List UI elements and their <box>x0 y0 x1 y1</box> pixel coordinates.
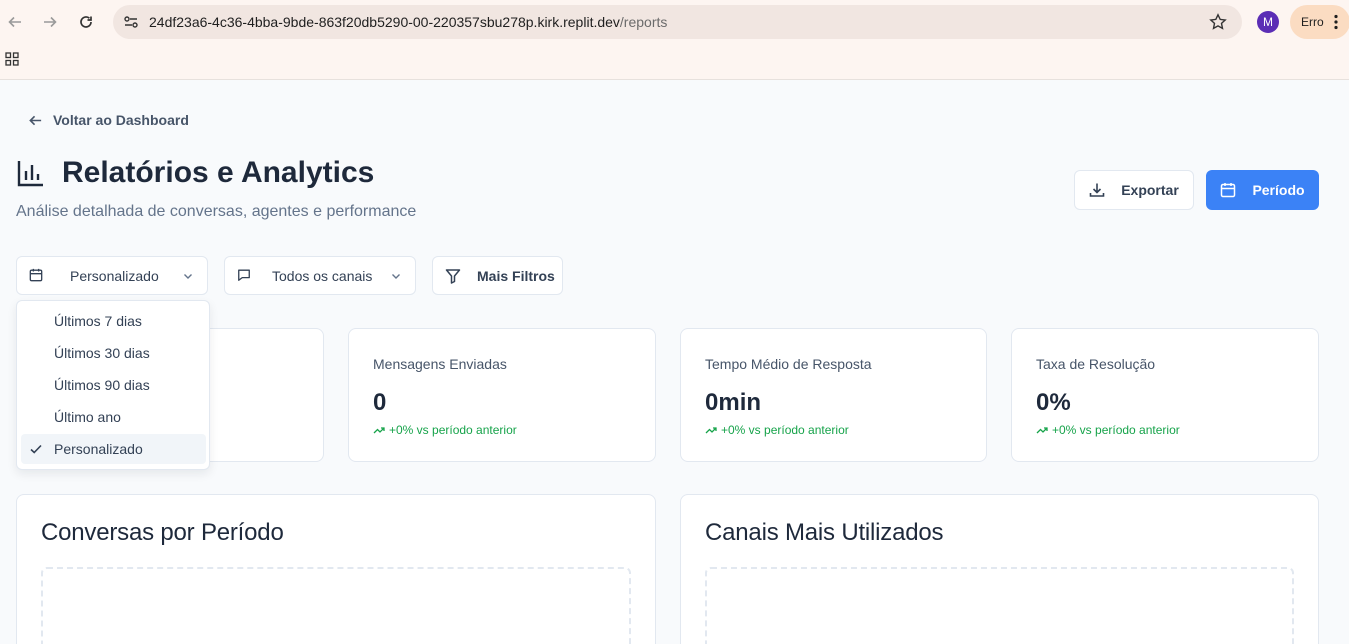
menu-item-label: Últimos 7 dias <box>54 313 142 329</box>
page-subtitle: Análise detalhada de conversas, agentes … <box>16 203 417 220</box>
stat-trend: +0% vs período anterior <box>705 423 849 437</box>
export-button[interactable]: Exportar <box>1074 170 1194 210</box>
menu-item-label: Último ano <box>54 409 121 425</box>
stat-trend-text: +0% vs período anterior <box>721 423 849 437</box>
stat-value: 0 <box>373 389 387 416</box>
browser-toolbar: 24df23a6-4c36-4bba-9bde-863f20db5290-00-… <box>0 0 1349 80</box>
menu-item-custom[interactable]: Personalizado <box>21 434 206 464</box>
stat-trend: +0% vs período anterior <box>1036 423 1180 437</box>
stat-value: 0% <box>1036 389 1071 416</box>
trending-up-icon <box>1036 427 1048 434</box>
stat-trend-text: +0% vs período anterior <box>389 423 517 437</box>
stat-trend-text: +0% vs período anterior <box>1052 423 1180 437</box>
chart-title: Canais Mais Utilizados <box>705 519 944 546</box>
back-to-dashboard-link[interactable]: Voltar ao Dashboard <box>28 112 189 128</box>
reload-icon[interactable] <box>75 11 97 33</box>
calendar-icon <box>29 268 43 285</box>
stat-label: Taxa de Resolução <box>1036 356 1156 372</box>
profile-avatar[interactable]: M <box>1257 11 1279 33</box>
stat-card-messages: Mensagens Enviadas 0 +0% vs período ante… <box>348 328 656 462</box>
error-label: Erro <box>1301 15 1324 29</box>
date-range-select[interactable]: Personalizado <box>16 256 208 295</box>
period-button-label: Período <box>1252 182 1305 198</box>
bookmark-star-icon[interactable] <box>1209 13 1227 36</box>
chevron-down-icon <box>182 269 194 285</box>
chart-placeholder <box>41 567 631 644</box>
stat-trend: +0% vs período anterior <box>373 423 517 437</box>
address-bar[interactable]: 24df23a6-4c36-4bba-9bde-863f20db5290-00-… <box>113 5 1242 39</box>
date-range-value: Personalizado <box>70 268 159 284</box>
menu-item-label: Personalizado <box>54 441 143 457</box>
menu-item-last-year[interactable]: Último ano <box>21 402 206 432</box>
url-path: /reports <box>619 14 668 30</box>
download-icon <box>1089 183 1105 197</box>
arrow-left-icon <box>29 115 42 125</box>
chevron-down-icon <box>390 269 402 285</box>
menu-item-label: Últimos 30 dias <box>54 345 150 361</box>
menu-item-label: Últimos 90 dias <box>54 377 150 393</box>
menu-item-last-90-days[interactable]: Últimos 90 dias <box>21 370 206 400</box>
stat-card-resolution-rate: Taxa de Resolução 0% +0% vs período ante… <box>1011 328 1319 462</box>
stat-value: 0min <box>705 389 762 416</box>
channels-select[interactable]: Todos os canais <box>224 256 416 295</box>
url-host: 24df23a6-4c36-4bba-9bde-863f20db5290-00-… <box>149 14 620 30</box>
trending-up-icon <box>373 427 385 434</box>
date-range-dropdown-menu: Últimos 7 dias Últimos 30 dias Últimos 9… <box>16 300 210 470</box>
menu-item-last-7-days[interactable]: Últimos 7 dias <box>21 306 206 336</box>
stat-label: Mensagens Enviadas <box>373 356 507 372</box>
chart-placeholder <box>705 567 1294 644</box>
back-link-label: Voltar ao Dashboard <box>53 112 189 128</box>
trending-up-icon <box>705 427 717 434</box>
site-settings-icon[interactable] <box>123 14 139 35</box>
more-filters-label: Mais Filtros <box>477 268 555 284</box>
chart-card-conversations: Conversas por Período <box>16 494 656 644</box>
export-button-label: Exportar <box>1121 182 1179 198</box>
period-button[interactable]: Período <box>1206 170 1319 210</box>
channels-value: Todos os canais <box>272 268 373 284</box>
stat-label: Tempo Médio de Resposta <box>705 356 872 372</box>
kebab-menu-icon[interactable] <box>1333 14 1339 33</box>
bar-chart-icon <box>17 161 43 187</box>
check-icon <box>29 442 43 459</box>
chart-card-channels: Canais Mais Utilizados <box>680 494 1319 644</box>
message-square-icon <box>237 268 251 285</box>
url-text: 24df23a6-4c36-4bba-9bde-863f20db5290-00-… <box>149 14 667 30</box>
stat-card-response-time: Tempo Médio de Resposta 0min +0% vs perí… <box>680 328 987 462</box>
back-arrow-icon[interactable] <box>4 11 26 33</box>
chart-title: Conversas por Período <box>41 519 284 546</box>
calendar-icon <box>1221 183 1236 198</box>
forward-arrow-icon[interactable] <box>39 11 61 33</box>
page-title: Relatórios e Analytics <box>62 156 375 189</box>
more-filters-button[interactable]: Mais Filtros <box>432 256 563 295</box>
error-badge[interactable]: Erro <box>1290 5 1349 39</box>
menu-item-last-30-days[interactable]: Últimos 30 dias <box>21 338 206 368</box>
apps-grid-icon[interactable] <box>5 52 19 71</box>
filter-icon <box>445 268 461 287</box>
page-header: Relatórios e Analytics <box>16 156 374 190</box>
